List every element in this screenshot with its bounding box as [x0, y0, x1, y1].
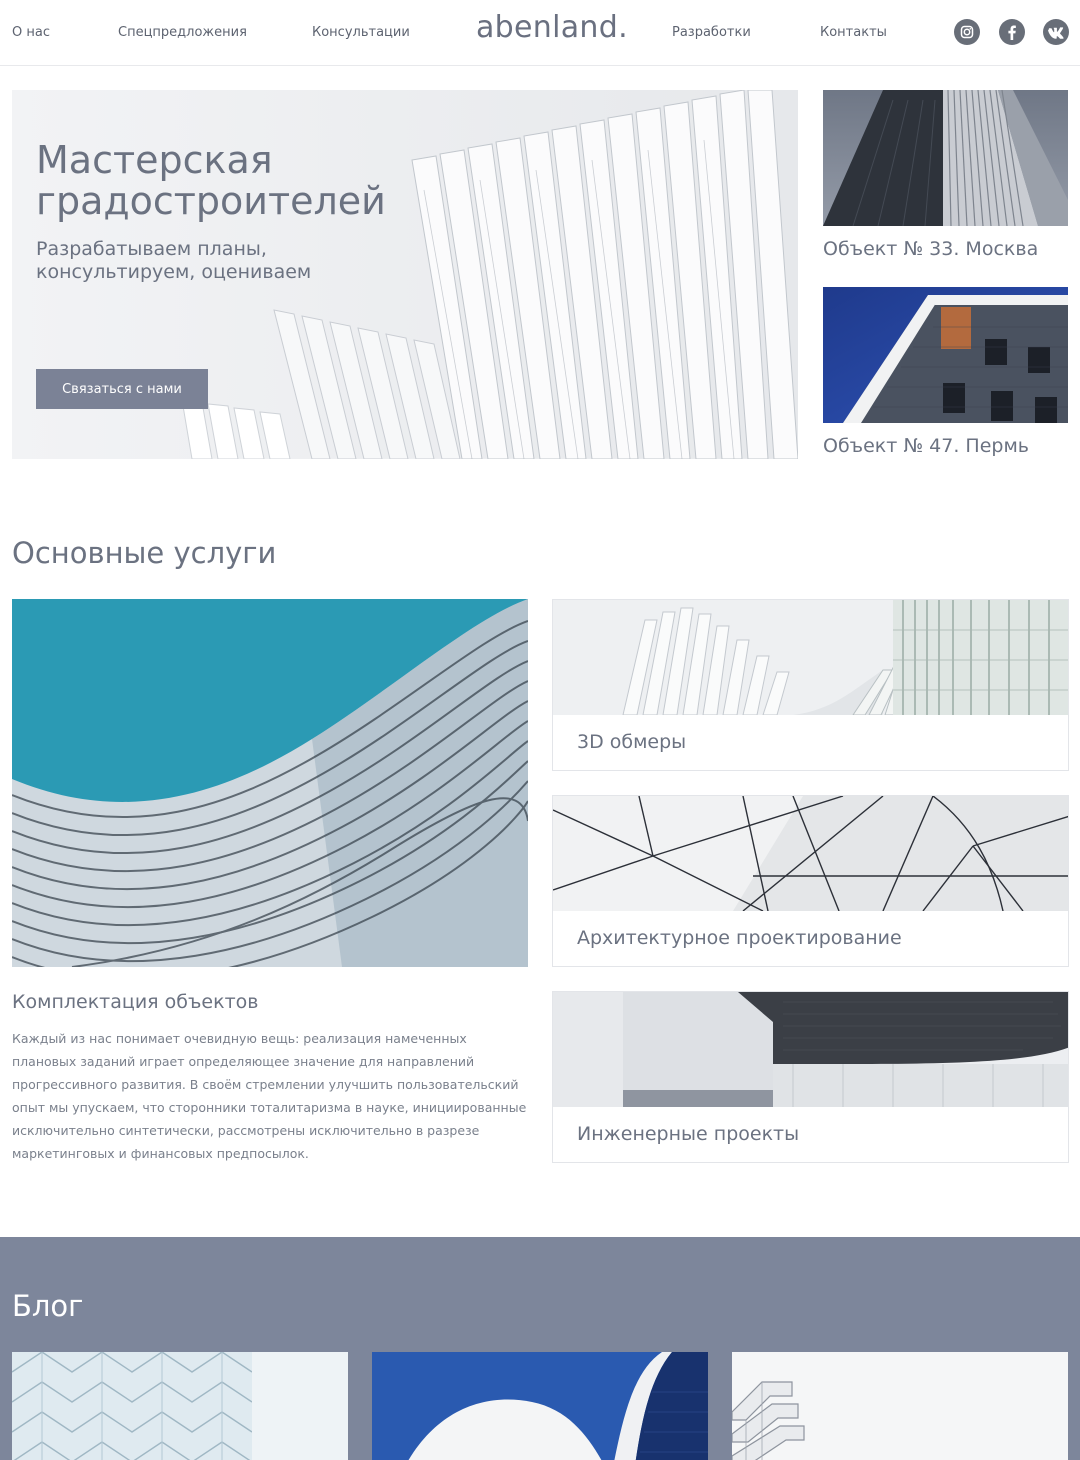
service-card-3d-measurements[interactable]: 3D обмеры [552, 599, 1069, 771]
hero-banner: Мастерская градостроителей Разрабатываем… [12, 90, 798, 459]
nav-about[interactable]: О нас [12, 25, 50, 40]
facebook-icon[interactable] [999, 19, 1025, 45]
nav-developments[interactable]: Разработки [672, 25, 751, 40]
main-service-description: Каждый из нас понимает очевидную вещь: р… [12, 1031, 527, 1161]
project-33-image[interactable] [823, 90, 1068, 226]
blog-card-2[interactable] [372, 1352, 708, 1460]
nav-consultations[interactable]: Консультации [312, 25, 410, 40]
service-engineering-label: Инженерные проекты [577, 1123, 800, 1145]
logo[interactable]: abenland. [476, 10, 628, 45]
service-3d-label: 3D обмеры [577, 731, 687, 753]
project-47-caption[interactable]: Объект № 47. Пермь [823, 435, 1029, 457]
nav-contacts[interactable]: Контакты [820, 25, 887, 40]
hero-subtitle: Разрабатываем планы, консультируем, оцен… [36, 238, 312, 283]
main-service-image[interactable] [12, 599, 528, 967]
instagram-icon[interactable] [954, 19, 980, 45]
blog-card-1[interactable] [12, 1352, 348, 1460]
service-card-engineering[interactable]: Инженерные проекты [552, 991, 1069, 1163]
services-heading: Основные услуги [12, 536, 277, 570]
service-architecture-label: Архитектурное проектирование [577, 927, 902, 949]
project-33-caption[interactable]: Объект № 33. Москва [823, 238, 1038, 260]
project-47-image[interactable] [823, 287, 1068, 423]
blog-card-3[interactable] [732, 1352, 1068, 1460]
service-engineering-image [553, 992, 1068, 1107]
blog-heading: Блог [12, 1289, 84, 1323]
blog-section: Блог [0, 1237, 1080, 1460]
service-card-architectural-design[interactable]: Архитектурное проектирование [552, 795, 1069, 967]
hero-title: Мастерская градостроителей [36, 138, 386, 223]
nav-special-offers[interactable]: Спецпредложения [118, 25, 247, 40]
vk-icon[interactable] [1043, 19, 1069, 45]
service-architecture-image [553, 796, 1068, 911]
main-service-title[interactable]: Комплектация объектов [12, 991, 258, 1013]
service-3d-image [553, 600, 1068, 715]
contact-us-button[interactable]: Связаться с нами [36, 369, 208, 409]
site-header: О нас Спецпредложения Консультации abenl… [0, 0, 1080, 66]
